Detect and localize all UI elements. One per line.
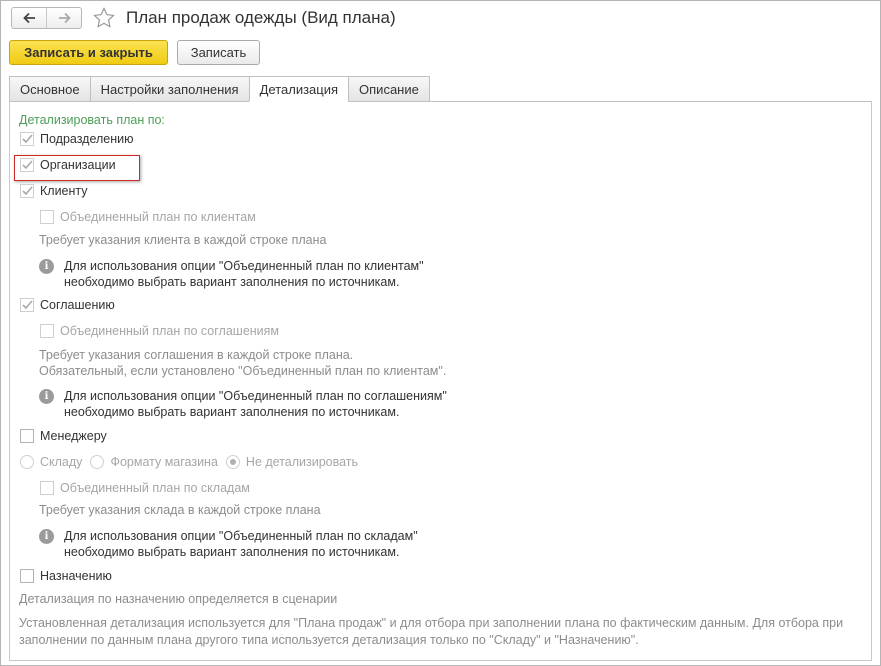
purpose-hint: Детализация по назначению определяется в…	[19, 592, 338, 606]
radio-no-detail-label: Не детализировать	[245, 455, 359, 469]
radio-button[interactable]	[20, 455, 34, 469]
tab-main[interactable]: Основное	[9, 76, 90, 102]
agreement-info-block: i Для использования опции "Объединенный …	[39, 388, 447, 420]
organization-highlight-frame	[14, 155, 140, 181]
info-icon: i	[39, 389, 54, 404]
radio-no-detail[interactable]: Не детализировать	[225, 455, 359, 469]
agreement-label: Соглашению	[40, 298, 115, 312]
radio-button[interactable]	[90, 455, 105, 469]
tab-detailing[interactable]: Детализация	[248, 76, 349, 102]
manager-checkbox-row[interactable]: Менеджеру	[20, 429, 107, 443]
arrow-right-icon	[58, 12, 71, 24]
warehouse-info-block: i Для использования опции "Объединенный …	[39, 528, 418, 560]
checkmark-icon	[21, 300, 33, 310]
warehouse-hint: Требует указания склада в каждой строке …	[39, 503, 321, 517]
client-checkbox-row[interactable]: Клиенту	[20, 184, 88, 198]
write-and-close-button[interactable]: Записать и закрыть	[9, 40, 168, 65]
forward-button[interactable]	[46, 8, 81, 28]
tab-panel	[9, 101, 872, 661]
purpose-label: Назначению	[40, 569, 112, 583]
radio-warehouse-label: Складу	[40, 455, 83, 469]
agreement-checkbox-row[interactable]: Соглашению	[20, 298, 115, 312]
tab-description[interactable]: Описание	[348, 76, 430, 102]
purpose-checkbox-row[interactable]: Назначению	[20, 569, 112, 583]
combined-agreements-label: Объединенный план по соглашениям	[60, 324, 280, 338]
agreement-hint-line-1: Требует указания соглашения в каждой стр…	[39, 348, 354, 362]
combined-agreements-checkbox-row[interactable]: Объединенный план по соглашениям	[40, 324, 279, 338]
warehouse-info-line-2: необходимо выбрать вариант заполнения по…	[64, 545, 400, 559]
combined-warehouses-checkbox[interactable]	[40, 481, 54, 495]
manager-checkbox[interactable]	[20, 429, 34, 443]
section-label: Детализировать план по:	[19, 113, 165, 127]
tab-bar: Основное Настройки заполнения Детализаци…	[9, 76, 430, 102]
info-icon: i	[39, 259, 54, 274]
radio-button-selected[interactable]	[225, 455, 240, 469]
agreement-info-line-2: необходимо выбрать вариант заполнения по…	[64, 405, 400, 419]
radio-store-format-label: Формату магазина	[110, 455, 218, 469]
back-button[interactable]	[12, 8, 46, 28]
combined-clients-checkbox[interactable]	[40, 210, 54, 224]
star-icon[interactable]	[92, 6, 116, 30]
warehouse-info-line-1: Для использования опции "Объединенный пл…	[64, 529, 418, 543]
combined-clients-label: Объединенный план по клиентам	[60, 210, 256, 224]
agreement-info-line-1: Для использования опции "Объединенный пл…	[64, 389, 447, 403]
checkmark-icon	[21, 186, 33, 196]
combined-agreements-checkbox[interactable]	[40, 324, 54, 338]
tab-fill-settings[interactable]: Настройки заполнения	[89, 76, 249, 102]
window-title: План продаж одежды (Вид плана)	[126, 8, 396, 27]
manager-label: Менеджеру	[40, 429, 107, 443]
navigation-buttons	[11, 7, 82, 29]
combined-clients-checkbox-row[interactable]: Объединенный план по клиентам	[40, 210, 256, 224]
client-info-line-1: Для использования опции "Объединенный пл…	[64, 259, 424, 273]
client-info-block: i Для использования опции "Объединенный …	[39, 258, 424, 290]
checkmark-icon	[21, 134, 33, 144]
department-checkbox[interactable]	[20, 132, 34, 146]
client-hint: Требует указания клиента в каждой строке…	[39, 233, 327, 247]
radio-store-format[interactable]: Формату магазина	[90, 455, 218, 469]
combined-warehouses-checkbox-row[interactable]: Объединенный план по складам	[40, 481, 250, 495]
client-checkbox[interactable]	[20, 184, 34, 198]
client-label: Клиенту	[40, 184, 88, 198]
client-info-line-2: необходимо выбрать вариант заполнения по…	[64, 275, 400, 289]
department-checkbox-row[interactable]: Подразделению	[20, 132, 134, 146]
window-frame: План продаж одежды (Вид плана) Записать …	[0, 0, 881, 666]
purpose-checkbox[interactable]	[20, 569, 34, 583]
footer-note: Установленная детализация используется д…	[19, 616, 844, 647]
info-icon: i	[39, 529, 54, 544]
agreement-checkbox[interactable]	[20, 298, 34, 312]
write-button[interactable]: Записать	[177, 40, 260, 65]
agreement-hint-line-2: Обязательный, если установлено "Объедине…	[39, 364, 447, 378]
agreement-hint: Требует указания соглашения в каждой стр…	[39, 347, 446, 379]
department-label: Подразделению	[40, 132, 134, 146]
warehouse-radio-group: Складу Формату магазина Не детализироват…	[20, 455, 366, 469]
radio-warehouse[interactable]: Складу	[20, 455, 82, 469]
combined-warehouses-label: Объединенный план по складам	[60, 481, 250, 495]
arrow-left-icon	[22, 12, 35, 24]
